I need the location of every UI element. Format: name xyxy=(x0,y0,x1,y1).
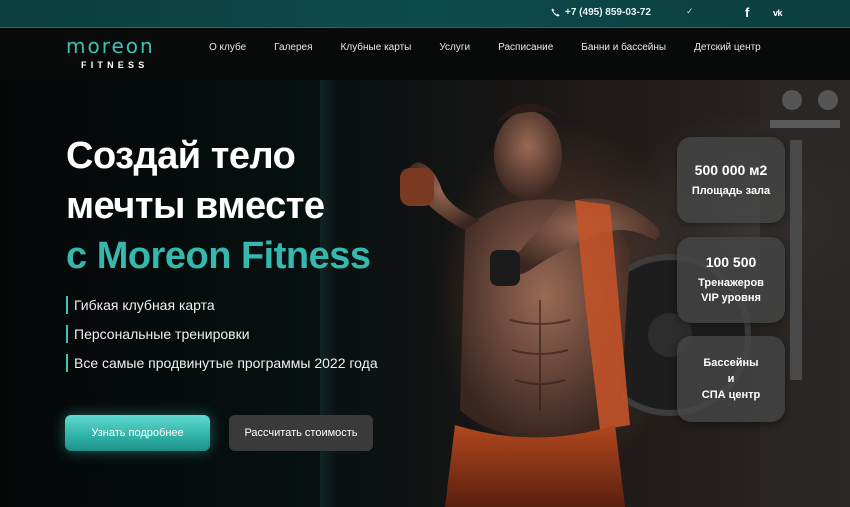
feature-item: Все самые продвинутые программы 2022 год… xyxy=(66,353,378,373)
nav-item-gallery[interactable]: Галерея xyxy=(274,42,312,53)
nav-item-services[interactable]: Услуги xyxy=(439,42,470,53)
phone-icon xyxy=(551,8,560,17)
logo[interactable]: moreon FITNESS xyxy=(66,36,172,72)
nav-item-kids-center[interactable]: Детский центр xyxy=(694,42,761,53)
nav-item-club-cards[interactable]: Клубные карты xyxy=(341,42,412,53)
stat-label: Бассейны и СПА центр xyxy=(701,357,761,401)
vk-icon[interactable]: vk xyxy=(773,8,783,18)
nav-menu: О клубе Галерея Клубные карты Услуги Рас… xyxy=(209,42,789,53)
phone-number: +7 (495) 859-03-72 xyxy=(565,7,651,18)
logo-subtitle: FITNESS xyxy=(81,60,149,70)
main-navigation: moreon FITNESS О клубе Галерея Клубные к… xyxy=(0,28,850,80)
stat-value: 500 000 м2 xyxy=(694,161,768,178)
feature-item: Гибкая клубная карта xyxy=(66,295,378,315)
nav-item-schedule[interactable]: Расписание xyxy=(498,42,553,53)
stat-value: 100 500 xyxy=(705,254,757,270)
logo-wordmark: moreon xyxy=(66,34,155,58)
stat-card-area: 500 000 м2 Площадь зала xyxy=(677,137,785,223)
feature-list: Гибкая клубная карта Персональные тренир… xyxy=(66,295,378,382)
stat-card-trainers: 100 500 Тренажеров VIP уровня xyxy=(677,237,785,323)
hero-title-line-3: с Moreon Fitness xyxy=(66,235,371,277)
facebook-icon[interactable]: f xyxy=(745,5,749,20)
nav-item-baths-pools[interactable]: Банни и бассейны xyxy=(581,42,666,53)
calculate-price-button[interactable]: Рассчитать стоимость xyxy=(229,415,373,451)
hero-title: Создай тело мечты вместе с Moreon Fitnes… xyxy=(66,131,371,281)
feature-item: Персональные тренировки xyxy=(66,324,378,344)
top-bar: +7 (495) 859-03-72 ✓ f vk xyxy=(0,0,850,28)
learn-more-button[interactable]: Узнать подробнее xyxy=(65,415,210,451)
hero-section: Создай тело мечты вместе с Moreon Fitnes… xyxy=(0,80,850,507)
stat-label: Площадь зала xyxy=(691,184,771,197)
stat-card-spa: Бассейны и СПА центр xyxy=(677,336,785,422)
nav-item-about[interactable]: О клубе xyxy=(209,42,246,53)
hero-title-line-1: Создай тело xyxy=(66,135,296,177)
telegram-icon[interactable]: ✓ xyxy=(686,6,694,17)
phone-link[interactable]: +7 (495) 859-03-72 xyxy=(551,7,651,18)
hero-title-line-2: мечты вместе xyxy=(66,185,325,227)
stat-label: Тренажеров VIP уровня xyxy=(698,277,764,304)
